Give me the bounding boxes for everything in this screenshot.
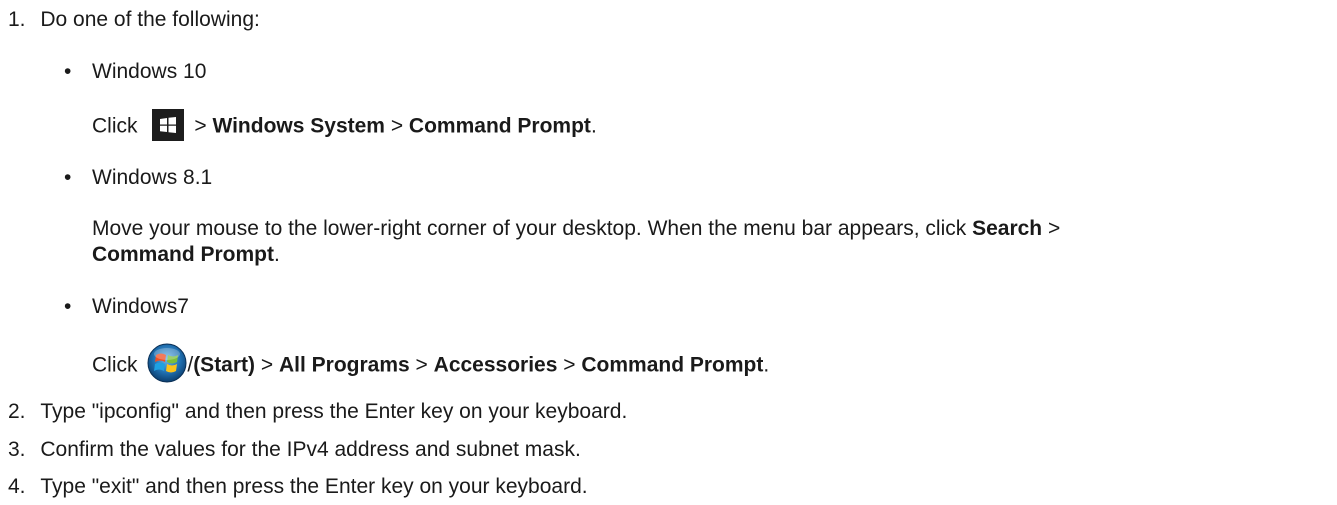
- step-text: Type "ipconfig" and then press the Enter…: [40, 400, 628, 423]
- period: .: [274, 243, 280, 266]
- step-text: Confirm the values for the IPv4 address …: [40, 438, 581, 461]
- click-text: Click: [92, 114, 138, 138]
- path-search: Search: [972, 217, 1043, 240]
- bullet: •: [64, 60, 72, 83]
- step-1: 1. Do one of the following:: [8, 7, 260, 33]
- period: .: [763, 353, 770, 377]
- path-command-prompt: Command Prompt: [408, 114, 591, 138]
- separator: >: [194, 114, 207, 138]
- period: .: [590, 114, 597, 138]
- path-all-programs: All Programs: [278, 353, 410, 377]
- step-number: 4.: [8, 475, 26, 498]
- step-number: 2.: [8, 400, 26, 423]
- step-number: 3.: [8, 438, 26, 461]
- start-label: (Start): [193, 353, 256, 377]
- option-label: Windows7: [92, 295, 189, 318]
- option-label: Windows 8.1: [92, 166, 213, 189]
- option-windows-10-label: •: [64, 59, 71, 85]
- path-command-prompt: Command Prompt: [581, 353, 764, 377]
- step-3: 3. Confirm the values for the IPv4 addre…: [8, 437, 581, 463]
- step-number: 1.: [8, 8, 26, 31]
- separator: >: [260, 353, 274, 377]
- separator: >: [415, 353, 428, 377]
- bullet: •: [64, 295, 72, 318]
- step-4: 4. Type "exit" and then press the Enter …: [8, 474, 588, 500]
- path-accessories: Accessories: [433, 353, 558, 377]
- separator: >: [563, 353, 576, 377]
- step-text: Type "exit" and then press the Enter key…: [40, 475, 588, 498]
- windows-8-instruction-line-1: Move your mouse to the lower-right corne…: [92, 216, 1060, 242]
- option-label: Windows 10: [92, 60, 207, 83]
- bullet: •: [64, 166, 72, 189]
- instruction-text: Move your mouse to the lower-right corne…: [92, 217, 967, 240]
- windows-10-instruction: Click > Windows System > Command Prompt.: [92, 109, 597, 143]
- windows-8-instruction-line-2: Command Prompt.: [92, 242, 280, 268]
- step-text: Do one of the following:: [40, 8, 260, 31]
- step-2: 2. Type "ipconfig" and then press the En…: [8, 399, 627, 425]
- windows-10-start-icon: [152, 109, 185, 141]
- separator: >: [390, 114, 404, 138]
- path-command-prompt: Command Prompt: [92, 243, 275, 266]
- click-text: Click: [92, 353, 138, 377]
- windows-7-instruction: Click /(Start) > All Programs > Accessor…: [92, 343, 770, 386]
- windows-7-start-orb-icon: [147, 343, 187, 383]
- separator: >: [1047, 217, 1061, 240]
- path-windows-system: Windows System: [212, 114, 385, 138]
